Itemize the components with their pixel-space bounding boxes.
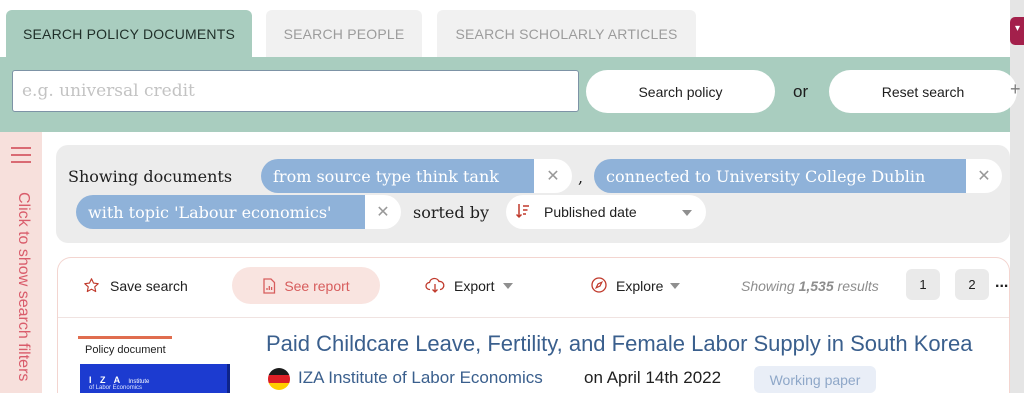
hamburger-icon[interactable]: [11, 147, 31, 163]
remove-filter-source-type-icon[interactable]: ✕: [534, 159, 572, 193]
export-button[interactable]: Export: [454, 278, 494, 294]
sort-value: Published date: [544, 204, 637, 220]
chevron-down-icon: [682, 210, 692, 216]
document-type-badge: Working paper: [754, 366, 876, 393]
page-2-button[interactable]: 2: [955, 269, 989, 300]
showing-documents-label: Showing documents: [68, 167, 233, 186]
result-title-link[interactable]: Paid Childcare Leave, Fertility, and Fem…: [266, 331, 972, 357]
see-report-label: See report: [284, 277, 350, 294]
tab-search-people[interactable]: SEARCH PEOPLE: [266, 10, 422, 58]
cloud-download-icon[interactable]: [425, 277, 445, 293]
tab-search-scholarly-articles[interactable]: SEARCH SCHOLARLY ARTICLES: [437, 10, 696, 58]
or-label: or: [793, 82, 809, 101]
show-filters-label[interactable]: Click to show search filters: [14, 192, 32, 381]
doc-type-label: Policy document: [85, 344, 166, 356]
remove-filter-organisation-icon[interactable]: ✕: [966, 159, 1002, 193]
search-input[interactable]: [12, 70, 579, 112]
results-count: Showing 1,535 results: [741, 278, 879, 294]
sorted-by-label: sorted by: [413, 203, 489, 222]
tab-search-policy-documents[interactable]: SEARCH POLICY DOCUMENTS: [6, 10, 252, 58]
explore-button[interactable]: Explore: [616, 278, 663, 294]
save-search-button[interactable]: Save search: [110, 278, 188, 294]
germany-flag-icon: [268, 368, 290, 390]
page-1-button[interactable]: 1: [906, 269, 940, 300]
plus-icon[interactable]: +: [1010, 79, 1024, 99]
thumbnail-subtitle: of Labor Economics: [89, 385, 143, 391]
showing-prefix: Showing: [741, 278, 799, 294]
sort-select[interactable]: Published date: [506, 195, 706, 229]
filter-chip-organisation: connected to University College Dublin: [594, 159, 966, 193]
search-policy-button[interactable]: Search policy: [586, 70, 775, 113]
showing-suffix: results: [833, 278, 879, 294]
reset-search-button[interactable]: Reset search: [829, 70, 1017, 113]
publication-date: on April 14th 2022: [584, 368, 722, 387]
corner-chevron-button[interactable]: ▾: [1010, 17, 1024, 45]
report-icon: [263, 277, 276, 294]
right-edge-panel: [1010, 0, 1024, 393]
see-report-button[interactable]: See report: [232, 267, 380, 304]
chevron-down-icon: [503, 283, 513, 289]
chevron-down-icon: [670, 283, 680, 289]
page: SEARCH POLICY DOCUMENTS SEARCH PEOPLE SE…: [0, 0, 1024, 393]
star-icon[interactable]: [83, 277, 100, 294]
publisher-link[interactable]: IZA Institute of Labor Economics: [298, 368, 543, 388]
sort-descending-icon: [516, 204, 529, 219]
compass-icon[interactable]: [591, 277, 607, 293]
remove-filter-topic-icon[interactable]: ✕: [365, 195, 401, 229]
more-pages-indicator: ...: [995, 274, 1009, 291]
doc-type-rule: [78, 336, 172, 339]
filter-chip-topic: with topic 'Labour economics': [76, 195, 365, 229]
filter-separator: ,: [578, 168, 584, 187]
chevron-down-icon: ▾: [1015, 23, 1021, 34]
filter-chip-source-type: from source type think tank: [261, 159, 534, 193]
thumbnail-logo-text: I Z A Institute: [89, 375, 150, 385]
toolbar-divider: [58, 317, 1009, 318]
results-count-number: 1,535: [798, 278, 834, 294]
